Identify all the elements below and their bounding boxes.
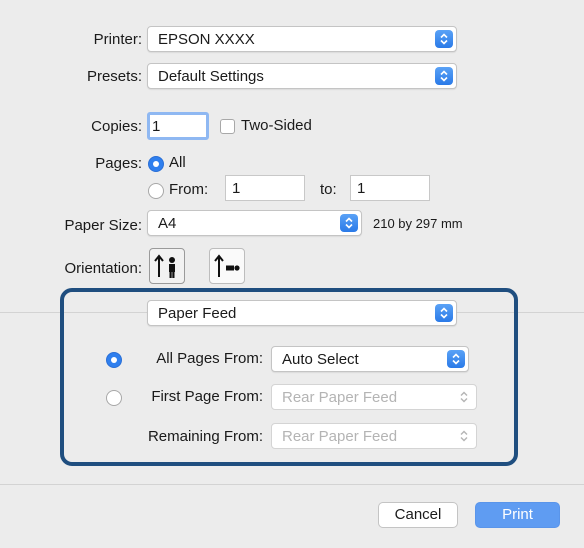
first-page-from-popup[interactable]: Rear Paper Feed [271, 384, 477, 410]
popup-stepper-icon [455, 388, 473, 406]
orientation-landscape-button[interactable] [209, 248, 245, 284]
popup-stepper-icon [340, 214, 358, 232]
pages-all-label: All [169, 154, 186, 171]
paper-size-dimensions: 210 by 297 mm [373, 216, 463, 231]
landscape-icon [214, 254, 240, 277]
presets-popup[interactable]: Default Settings [147, 63, 457, 89]
presets-label: Presets: [86, 68, 142, 85]
pages-to-field[interactable]: 1 [350, 175, 430, 201]
popup-stepper-icon [435, 67, 453, 85]
remaining-from-value: Rear Paper Feed [282, 428, 398, 445]
pages-label: Pages: [95, 155, 142, 172]
two-sided-label: Two-Sided [241, 117, 312, 134]
first-page-from-label: First Page From: [151, 388, 263, 405]
remaining-from-popup[interactable]: Rear Paper Feed [271, 423, 477, 449]
pages-from-value: 1 [232, 180, 241, 197]
all-pages-from-label: All Pages From: [156, 350, 263, 367]
pages-all-radio[interactable] [148, 156, 164, 172]
orientation-portrait-button[interactable] [149, 248, 185, 284]
cancel-button[interactable]: Cancel [378, 502, 458, 528]
popup-stepper-icon [435, 304, 453, 322]
pages-to-label: to: [320, 181, 337, 198]
copies-value: 1 [152, 118, 161, 135]
orientation-label: Orientation: [64, 260, 142, 277]
all-pages-from-popup[interactable]: Auto Select [271, 346, 469, 372]
pages-from-radio[interactable] [148, 183, 164, 199]
two-sided-checkbox[interactable] [220, 119, 235, 134]
pages-to-value: 1 [357, 180, 366, 197]
pages-from-field[interactable]: 1 [225, 175, 305, 201]
pages-from-label: From: [169, 181, 209, 198]
divider [0, 484, 584, 485]
section-menu-popup[interactable]: Paper Feed [147, 300, 457, 326]
copies-field[interactable]: 1 [147, 112, 209, 140]
first-page-from-radio[interactable] [106, 390, 122, 406]
all-pages-from-radio[interactable] [106, 352, 122, 368]
printer-popup[interactable]: EPSON XXXX [147, 26, 457, 52]
first-page-from-value: Rear Paper Feed [282, 389, 398, 406]
remaining-from-label: Remaining From: [147, 428, 263, 445]
printer-label: Printer: [93, 31, 142, 48]
portrait-icon [154, 254, 175, 278]
copies-label: Copies: [91, 118, 142, 135]
paper-size-value: A4 [158, 215, 177, 232]
printer-value: EPSON XXXX [158, 31, 255, 48]
paper-size-label: Paper Size: [64, 217, 142, 234]
popup-stepper-icon [435, 30, 453, 48]
section-menu-value: Paper Feed [158, 305, 237, 322]
presets-value: Default Settings [158, 68, 264, 85]
popup-stepper-icon [455, 427, 473, 445]
print-button[interactable]: Print [475, 502, 560, 528]
all-pages-from-value: Auto Select [282, 351, 359, 368]
paper-size-popup[interactable]: A4 [147, 210, 362, 236]
popup-stepper-icon [447, 350, 465, 368]
